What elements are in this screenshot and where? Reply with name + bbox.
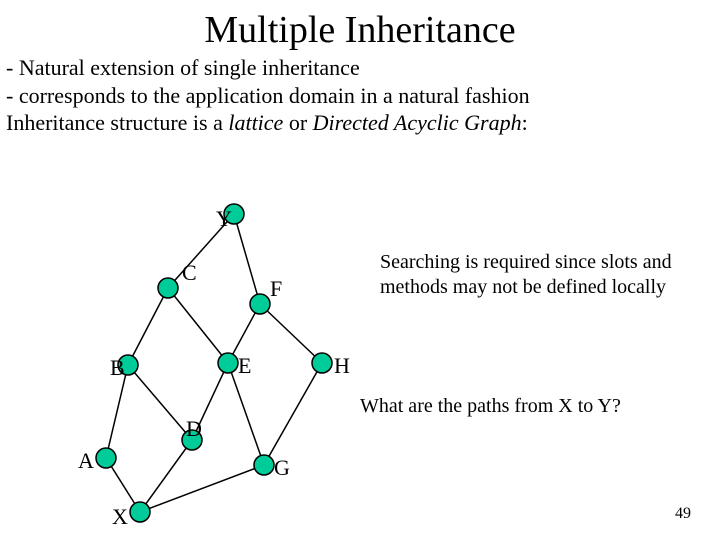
node-label-B: B [110, 355, 125, 381]
node-label-D: D [186, 416, 202, 442]
node-label-G: G [274, 455, 290, 481]
node-F [250, 294, 270, 314]
edge-B-D [128, 365, 192, 440]
node-label-X: X [112, 504, 128, 530]
edge-C-E [168, 288, 228, 363]
node-label-C: C [182, 260, 197, 286]
node-C [158, 278, 178, 298]
graph-nodes [96, 204, 332, 522]
node-G [254, 455, 274, 475]
node-label-E: E [238, 353, 251, 379]
node-label-H: H [334, 353, 350, 379]
node-label-F: F [270, 276, 282, 302]
edge-C-B [128, 288, 168, 365]
node-label-A: A [78, 448, 94, 474]
edge-H-G [264, 363, 322, 465]
node-X [130, 502, 150, 522]
inheritance-graph [0, 0, 720, 540]
node-label-Y: Y [216, 206, 232, 232]
node-H [312, 353, 332, 373]
edge-D-X [140, 440, 192, 512]
node-E [218, 353, 238, 373]
edge-G-X [140, 465, 264, 512]
edge-F-H [260, 304, 322, 363]
node-A [96, 448, 116, 468]
edge-Y-F [234, 214, 260, 304]
